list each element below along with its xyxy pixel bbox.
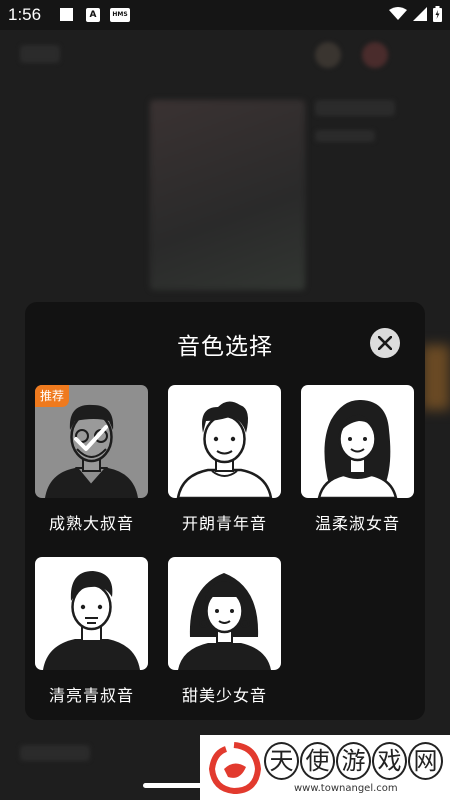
watermark-char: 戏 xyxy=(372,742,407,780)
status-time: 1:56 xyxy=(8,5,42,24)
battery-icon xyxy=(433,6,442,22)
voice-label: 开朗青年音 xyxy=(181,514,267,533)
background-element xyxy=(315,100,395,116)
status-bar: 1:56 A HMS xyxy=(0,0,450,30)
watermark-char: 游 xyxy=(336,742,371,780)
voice-label: 温柔淑女音 xyxy=(314,514,400,533)
voice-card-sweet-girl[interactable]: 甜美少女音 xyxy=(168,557,281,706)
close-icon xyxy=(378,336,392,350)
girl-bob-avatar-icon xyxy=(178,573,271,670)
watermark-char: 网 xyxy=(408,742,443,780)
woman-long-hair-avatar-icon xyxy=(317,399,398,498)
avatar-sweet-girl xyxy=(168,557,281,670)
voice-card-clear-uncle[interactable]: 清亮青叔音 xyxy=(35,557,148,706)
watermark-logo-icon xyxy=(208,742,262,795)
background-element xyxy=(20,45,60,63)
notification-square-icon xyxy=(60,8,73,21)
hms-icon: HMS xyxy=(110,8,130,22)
voice-label: 甜美少女音 xyxy=(181,686,267,705)
voice-label: 成熟大叔音 xyxy=(48,514,134,533)
watermark: 天使游戏网 www.townangel.com xyxy=(200,735,450,800)
voice-card-mature-uncle[interactable]: 推荐 成熟大叔音 xyxy=(35,385,148,534)
wifi-icon xyxy=(389,7,407,20)
background-element xyxy=(362,42,388,68)
dialog-title: 音色选择 xyxy=(177,334,273,360)
app-a-icon: A xyxy=(86,8,100,22)
avatar-cheerful-youth xyxy=(168,385,281,498)
avatar-clear-uncle xyxy=(35,557,148,670)
signal-icon xyxy=(413,7,427,21)
voice-select-dialog: 音色选择 推荐 成熟大叔音 开朗青年音 温柔淑女音 清亮青叔音 甜美少女音 xyxy=(25,302,425,720)
young-man-avatar-icon xyxy=(176,401,273,498)
watermark-url: www.townangel.com xyxy=(294,783,398,794)
watermark-char: 天 xyxy=(264,742,299,780)
watermark-title: 天使游戏网 xyxy=(264,739,444,780)
background-element xyxy=(315,130,375,142)
background-element xyxy=(20,745,90,761)
background-element xyxy=(315,42,341,68)
avatar-gentle-lady xyxy=(301,385,414,498)
avatar-mature-uncle: 推荐 xyxy=(35,385,148,498)
voice-label: 清亮青叔音 xyxy=(48,686,134,705)
man-turtleneck-avatar-icon xyxy=(43,571,140,670)
close-button[interactable] xyxy=(370,328,400,358)
voice-card-cheerful-youth[interactable]: 开朗青年音 xyxy=(168,385,281,534)
voice-card-gentle-lady[interactable]: 温柔淑女音 xyxy=(301,385,414,534)
background-cover-art xyxy=(150,100,305,290)
recommend-badge: 推荐 xyxy=(35,385,70,407)
watermark-char: 使 xyxy=(300,742,335,780)
check-icon xyxy=(74,425,108,451)
background-element xyxy=(422,345,450,410)
